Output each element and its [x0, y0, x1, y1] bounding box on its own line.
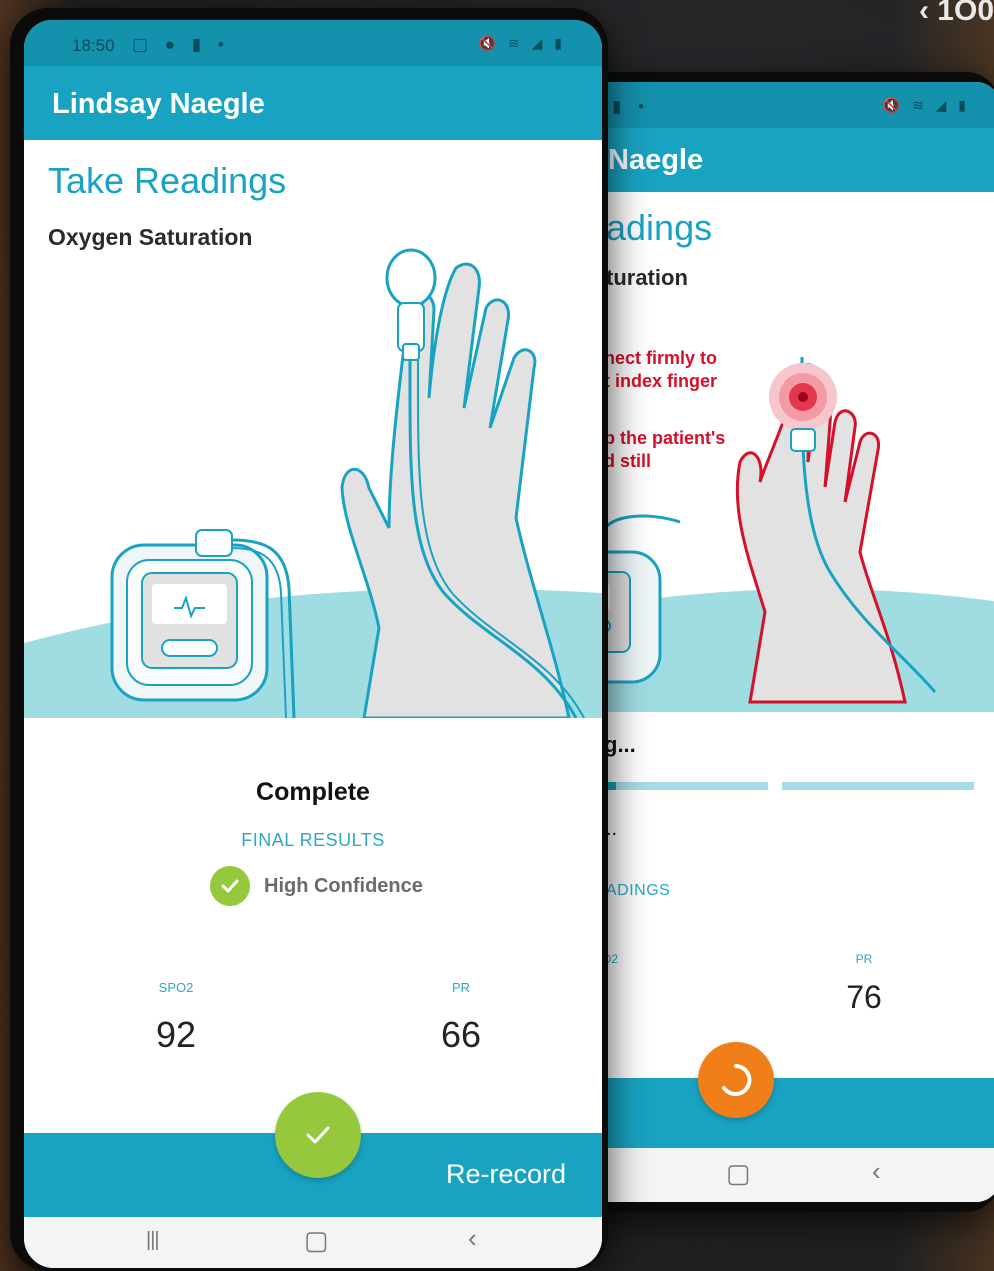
measurement-type: Oxygen Saturation [48, 224, 253, 250]
progress-bar-1 [608, 782, 768, 790]
pr-value: 66 [440, 1014, 482, 1055]
status-time: 18:50 [72, 36, 115, 55]
back-phone: ▮ • 🔇 ≋ ◢ ▮ Naegle adings turation nect … [560, 72, 994, 1212]
status-icons-right: 🔇 ≋ ◢ ▮ [882, 97, 970, 113]
status-bar: ▮ • 🔇 ≋ ◢ ▮ [560, 82, 994, 128]
status-bar: 18:50 ▢ ● ▮ • 🔇 ≋ ◢ ▮ [24, 20, 602, 66]
hand-icon [340, 262, 571, 718]
app-bar: Naegle [560, 128, 994, 192]
back-phone-screen: ▮ • 🔇 ≋ ◢ ▮ Naegle adings turation nect … [560, 82, 994, 1202]
reading-status: g... [604, 732, 636, 757]
system-nav-bar: ▢ ‹ [560, 1148, 994, 1202]
brand-logo: ‹ 1O0 [918, 0, 994, 27]
spo2-label: SPO2 [158, 980, 194, 995]
status-icons-left: ▢ ● ▮ • [132, 35, 230, 54]
home-button[interactable]: ▢ [726, 1158, 751, 1189]
sensor-alert-illustration [560, 356, 994, 712]
pr-value: 76 [846, 979, 882, 1015]
page-title: Take Readings [48, 160, 287, 201]
status-icons-right: 🔇 ≋ ◢ ▮ [478, 35, 566, 51]
pr-label: PR [855, 952, 873, 966]
sensor-illustration [24, 248, 602, 718]
confidence-indicator: High Confidence [210, 866, 423, 906]
front-phone: 18:50 ▢ ● ▮ • 🔇 ≋ ◢ ▮ Lindsay Naegle Tak… [10, 8, 608, 1271]
action-bar [560, 1078, 994, 1148]
patient-name: Lindsay Naegle [52, 88, 265, 120]
back-button[interactable]: ‹ [872, 1156, 881, 1187]
page-title: adings [606, 207, 713, 248]
home-button[interactable]: ▢ [304, 1225, 329, 1256]
app-bar: Lindsay Naegle [24, 66, 602, 140]
final-results-label: FINAL RESULTS [241, 830, 385, 850]
pr-label: PR [451, 980, 471, 995]
status-icons-left: ▮ • [612, 97, 651, 116]
reading-status: Complete [256, 778, 370, 806]
re-record-button[interactable]: Re-record [446, 1159, 566, 1190]
confidence-label: High Confidence [264, 874, 423, 897]
confirm-fab[interactable] [275, 1092, 361, 1178]
oximeter-device-icon [110, 529, 269, 702]
readings-label: ADINGS [606, 882, 671, 899]
recents-button[interactable]: ||| [146, 1229, 160, 1252]
patient-name: Naegle [608, 144, 704, 176]
loading-fab[interactable] [698, 1042, 774, 1118]
back-button[interactable]: ‹ [468, 1223, 477, 1254]
check-circle-icon [210, 866, 250, 906]
system-nav-bar: ||| ▢ ‹ [24, 1217, 602, 1268]
front-phone-screen: 18:50 ▢ ● ▮ • 🔇 ≋ ◢ ▮ Lindsay Naegle Tak… [24, 20, 602, 1268]
progress-bar-2 [782, 782, 974, 790]
loading-spinner-icon [722, 1064, 752, 1096]
spo2-value: 92 [155, 1014, 197, 1055]
check-icon [306, 1126, 330, 1144]
progress-bar-1-fill [608, 782, 616, 790]
